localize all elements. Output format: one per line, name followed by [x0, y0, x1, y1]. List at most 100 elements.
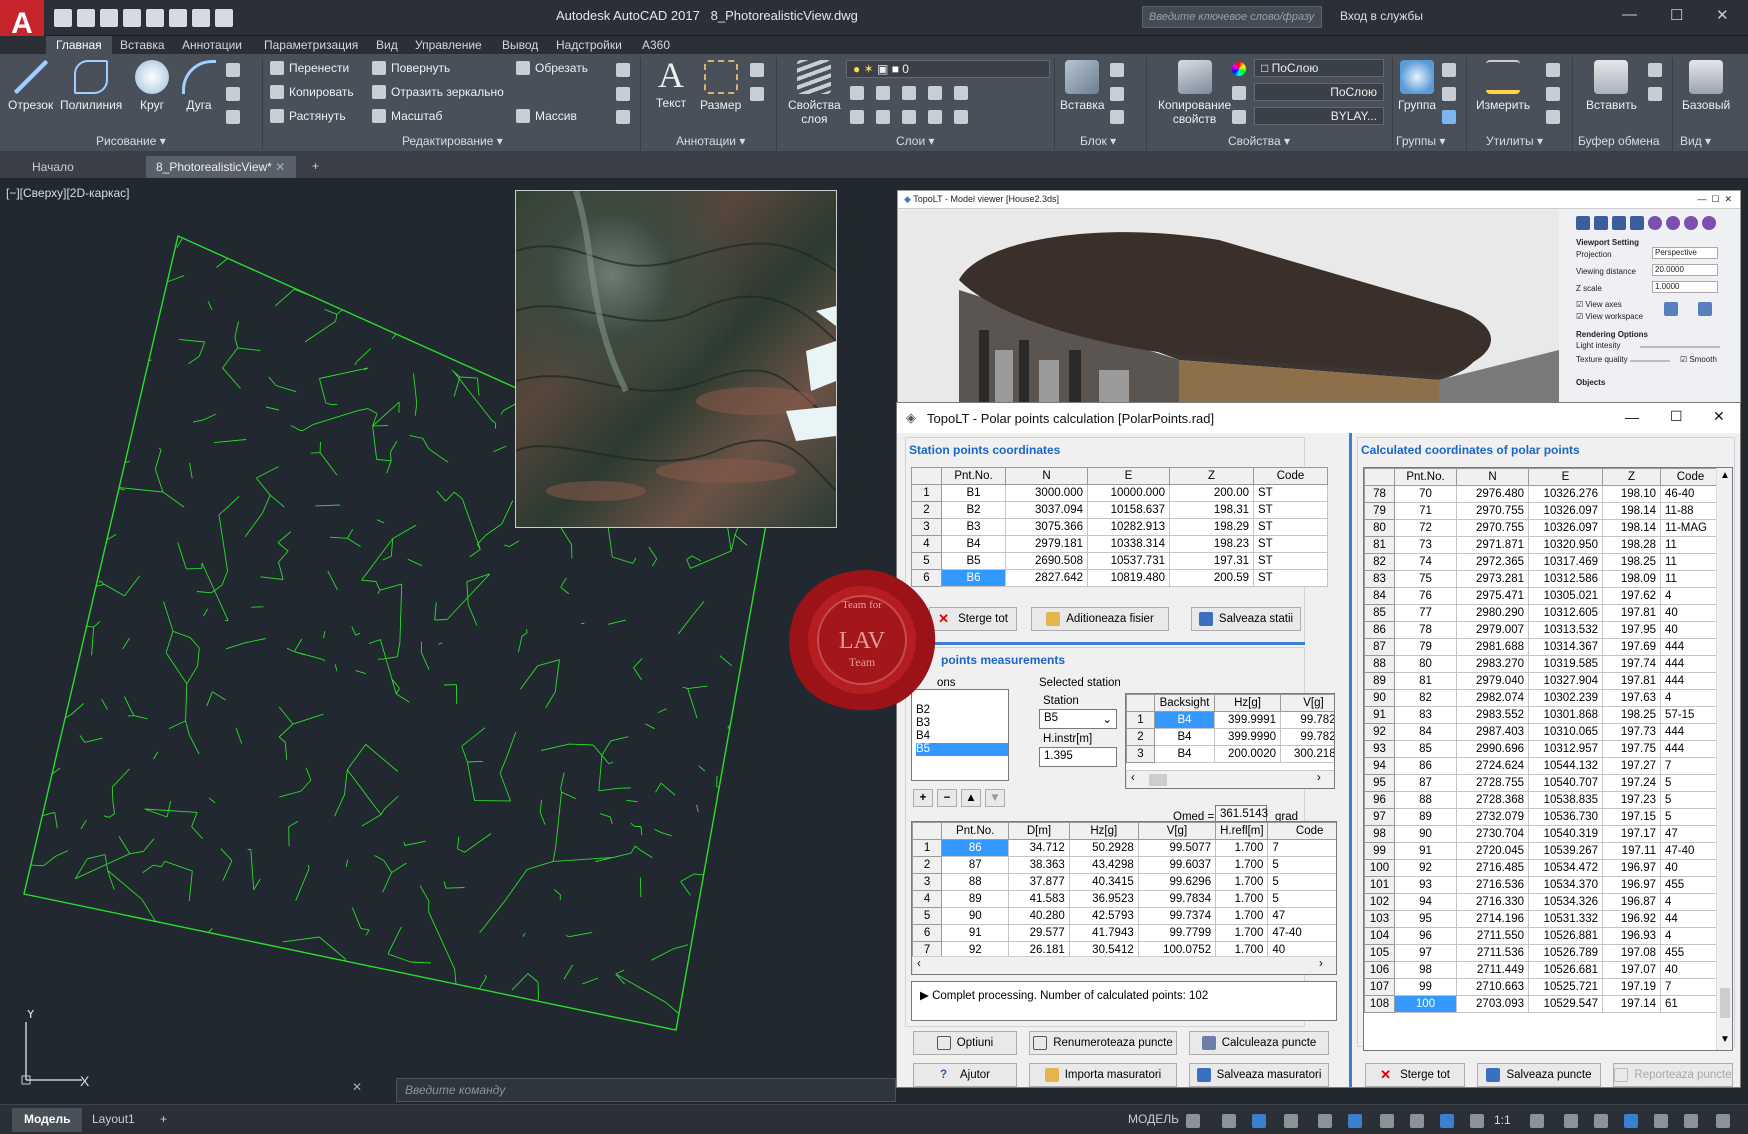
table-cell[interactable]: 10540.707 — [1528, 774, 1603, 792]
save-points-button[interactable]: Salveaza puncte — [1477, 1063, 1601, 1087]
measure-tool[interactable]: Измерить — [1476, 60, 1530, 112]
table-cell[interactable]: 11 — [1660, 536, 1721, 554]
annotation-visibility-icon[interactable] — [1440, 1114, 1454, 1128]
table-cell[interactable]: 96 — [1394, 927, 1457, 945]
measurements-grid[interactable]: Pnt.No. D[m] Hz[g] V[g] H.refl[m] Code 1… — [911, 821, 1337, 975]
table-cell[interactable]: 4 — [1660, 927, 1721, 945]
dimension-tool[interactable]: Размер — [700, 60, 741, 112]
table-cell[interactable]: ST — [1253, 535, 1328, 553]
table-cell[interactable]: 2728.368 — [1456, 791, 1529, 809]
rectangle-icon[interactable] — [226, 63, 240, 77]
scroll-right-icon[interactable]: › — [1319, 958, 1323, 970]
scroll-left-icon[interactable]: ‹ — [1131, 772, 1135, 784]
tab-manage[interactable]: Управление — [415, 36, 482, 54]
tab-close-icon[interactable]: ✕ — [275, 160, 285, 174]
backsight-table[interactable]: Backsight Hz[g] V[g] 1B4399.999199.78222… — [1126, 694, 1334, 763]
table-row[interactable]: 2B4399.999099.7821 — [1126, 728, 1334, 746]
col-code[interactable]: Code — [1660, 468, 1721, 486]
table-cell[interactable]: 10317.469 — [1528, 553, 1603, 571]
table-cell[interactable]: 1.700 — [1215, 873, 1269, 891]
tab-insert[interactable]: Вставка — [120, 36, 165, 54]
table-cell[interactable]: 88 — [1394, 791, 1457, 809]
table-cell[interactable]: 198.29 — [1169, 518, 1254, 536]
table-cell[interactable]: 99.7799 — [1137, 924, 1217, 942]
tab-a360[interactable]: A360 — [642, 36, 670, 54]
tab-parametric[interactable]: Параметризация — [264, 36, 358, 54]
scroll-left-icon[interactable]: ‹ — [917, 958, 921, 970]
table-cell[interactable]: 196.93 — [1602, 927, 1661, 945]
table-row[interactable]: 1B4399.999199.7822 — [1126, 711, 1334, 729]
table-cell[interactable]: 10537.731 — [1087, 552, 1170, 570]
table-cell[interactable]: B4 — [1154, 728, 1215, 746]
table-cell[interactable]: 90 — [941, 907, 1010, 925]
qat-dropdown-icon[interactable] — [215, 9, 233, 27]
calculate-button[interactable]: Calculeaza puncte — [1189, 1031, 1329, 1055]
layer-freeze-icon[interactable] — [902, 86, 916, 100]
explode-icon[interactable] — [616, 87, 630, 101]
table-cell[interactable]: 89 — [941, 890, 1010, 908]
backsight-hscroll[interactable]: ‹ › — [1126, 770, 1334, 788]
table-cell[interactable]: 2703.093 — [1456, 995, 1529, 1013]
table-cell[interactable]: 85 — [1394, 740, 1457, 758]
table-cell[interactable]: 200.00 — [1169, 484, 1254, 502]
calculator-icon[interactable] — [1546, 110, 1560, 124]
table-cell[interactable]: 197.08 — [1602, 944, 1661, 962]
color-dropdown[interactable]: □ ПоСлою — [1254, 59, 1384, 77]
table-cell[interactable]: 10819.480 — [1087, 569, 1170, 587]
meas-hscroll[interactable]: ‹ › — [912, 956, 1336, 974]
table-cell[interactable]: 86 — [1394, 757, 1457, 775]
osnap-icon[interactable] — [1348, 1114, 1362, 1128]
table-cell[interactable]: 198.09 — [1602, 570, 1661, 588]
table-cell[interactable]: 87 — [1394, 774, 1457, 792]
orbit-icon[interactable] — [1648, 216, 1662, 230]
view-top-icon[interactable] — [1576, 216, 1590, 230]
dialog-close-icon[interactable]: ✕ — [1713, 408, 1725, 425]
layer-current-icon[interactable] — [954, 110, 968, 124]
table-cell[interactable]: 1.700 — [1215, 924, 1269, 942]
new-file-icon[interactable] — [54, 9, 72, 27]
table-cell[interactable]: 2982.074 — [1456, 689, 1529, 707]
tab-addins[interactable]: Надстройки — [556, 36, 622, 54]
scroll-up-icon[interactable]: ▲ — [1720, 470, 1730, 481]
command-input[interactable]: Введите команду — [396, 1078, 896, 1102]
redo-icon[interactable] — [192, 9, 210, 27]
tab-layout1[interactable]: Layout1 — [80, 1108, 147, 1132]
table-cell[interactable]: 10536.730 — [1528, 808, 1603, 826]
table-cell[interactable]: 93 — [1394, 876, 1457, 894]
table-cell[interactable]: 2983.270 — [1456, 655, 1529, 673]
table-cell[interactable]: 10310.065 — [1528, 723, 1603, 741]
table-cell[interactable]: 2975.471 — [1456, 587, 1529, 605]
table-cell[interactable]: 197.11 — [1602, 842, 1661, 860]
save-icon[interactable] — [100, 9, 118, 27]
table-cell[interactable]: 81 — [1394, 672, 1457, 690]
table-row[interactable]: 3 B3 3075.366 10282.913 198.29 ST — [911, 518, 1328, 536]
panel-layers[interactable]: Слои ▾ — [896, 134, 935, 148]
view-front-icon[interactable] — [1594, 216, 1608, 230]
table-cell[interactable]: 2973.281 — [1456, 570, 1529, 588]
table-cell[interactable]: ST — [1253, 552, 1328, 570]
table-cell[interactable]: 10538.835 — [1528, 791, 1603, 809]
table-cell[interactable]: 197.24 — [1602, 774, 1661, 792]
add-file-button[interactable]: Aditioneaza fisier — [1031, 607, 1169, 631]
layer-off-icon[interactable] — [850, 86, 864, 100]
scroll-right-icon[interactable]: › — [1317, 772, 1321, 784]
table-cell[interactable]: 99.7821 — [1280, 728, 1334, 746]
table-cell[interactable]: 455 — [1660, 876, 1721, 894]
view-side-icon[interactable] — [1612, 216, 1626, 230]
table-cell[interactable]: 198.14 — [1602, 519, 1661, 537]
table-cell[interactable]: 47 — [1267, 907, 1336, 925]
backsight-grid[interactable]: Backsight Hz[g] V[g] 1B4399.999199.78222… — [1125, 693, 1335, 789]
table-cell[interactable]: 197.95 — [1602, 621, 1661, 639]
table-cell[interactable]: 2724.624 — [1456, 757, 1529, 775]
table-cell[interactable]: 78 — [1394, 621, 1457, 639]
table-cell[interactable]: 196.92 — [1602, 910, 1661, 928]
table-cell[interactable]: 197.15 — [1602, 808, 1661, 826]
layer-lock-icon[interactable] — [928, 86, 942, 100]
otrack-icon[interactable] — [1380, 1114, 1394, 1128]
table-cell[interactable]: B6 — [941, 569, 1006, 587]
table-cell[interactable]: 92 — [1394, 859, 1457, 877]
table-cell[interactable]: 2987.403 — [1456, 723, 1529, 741]
table-cell[interactable]: 11 — [1660, 570, 1721, 588]
table-cell[interactable]: 99 — [1394, 978, 1457, 996]
table-row[interactable]: 91 83 2983.552 10301.868 198.25 57-15 — [1364, 706, 1721, 724]
